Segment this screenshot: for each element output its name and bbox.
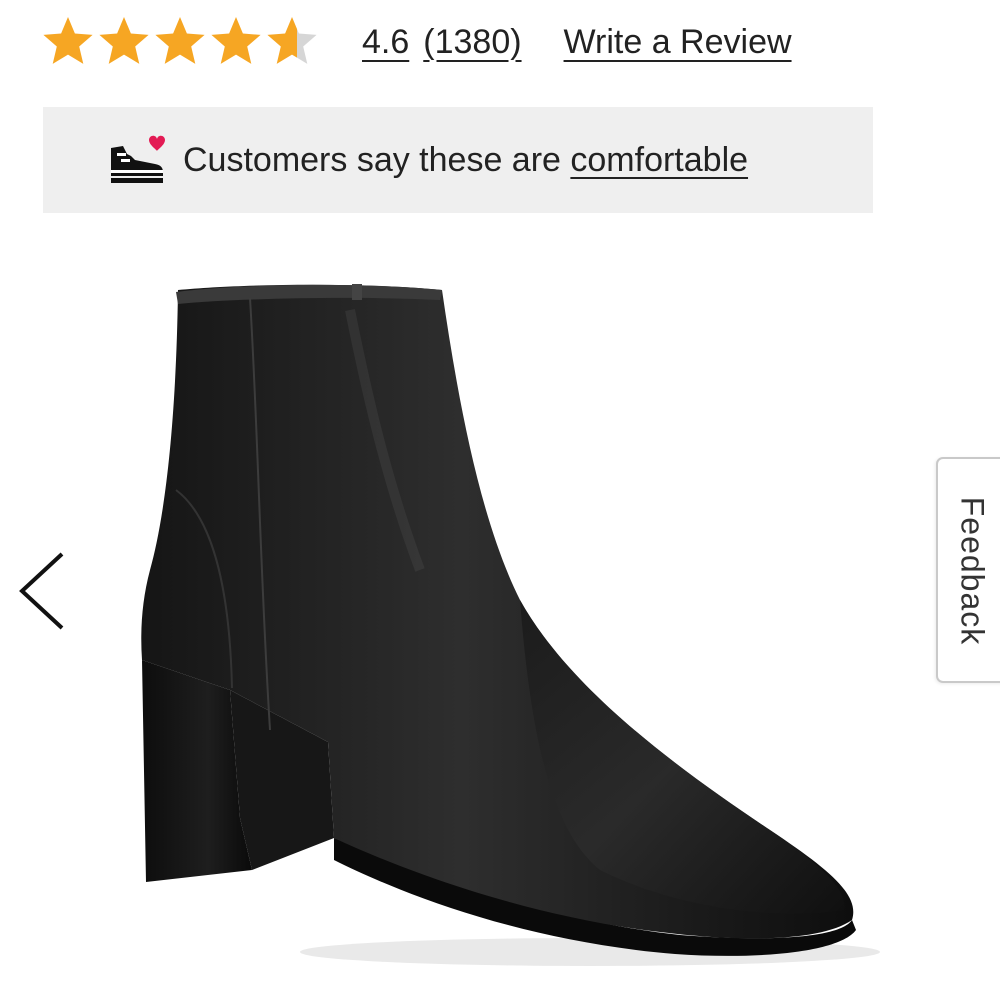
product-page: 4.6 (1380) Write a Review Customers say …	[0, 0, 1000, 1000]
chevron-left-icon[interactable]	[12, 548, 72, 634]
star-rating[interactable]	[40, 14, 320, 70]
feedback-label: Feedback	[954, 496, 991, 646]
star-icon	[99, 17, 149, 64]
comfortable-link[interactable]: comfortable	[570, 141, 748, 179]
rating-row: 4.6 (1380) Write a Review	[40, 8, 792, 76]
star-icon	[43, 17, 93, 64]
product-image-boot[interactable]	[120, 270, 880, 980]
comfort-text-prefix: Customers say these are	[183, 140, 571, 179]
rating-value[interactable]: 4.6	[362, 23, 409, 62]
sneaker-heart-icon	[111, 135, 165, 183]
star-icon	[155, 17, 205, 64]
comfort-text: Customers say these are comfortable	[183, 141, 748, 180]
rating-count[interactable]: (1380)	[423, 23, 521, 62]
star-icon	[211, 17, 261, 64]
write-review-link[interactable]: Write a Review	[564, 23, 792, 62]
feedback-tab[interactable]: Feedback	[936, 457, 1000, 683]
star-icon	[267, 17, 317, 64]
comfort-banner: Customers say these are comfortable	[43, 107, 873, 213]
